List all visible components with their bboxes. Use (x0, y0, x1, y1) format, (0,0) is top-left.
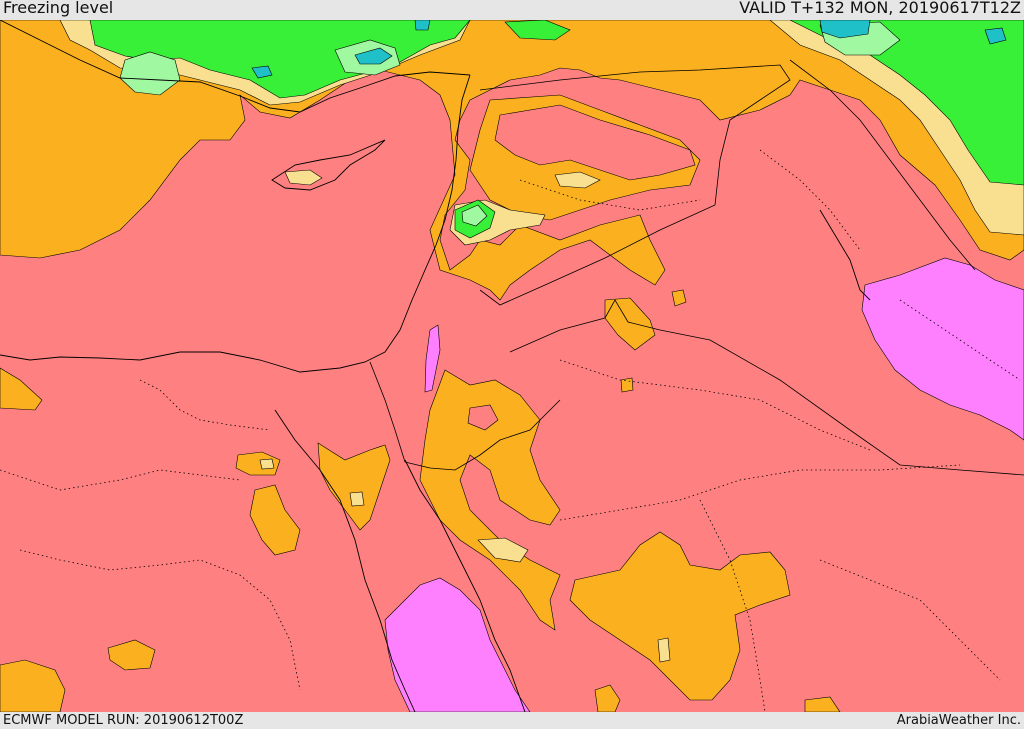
model-run-label: ECMWF MODEL RUN: 20190612T00Z (3, 713, 244, 728)
field-paleyellow-egypt (259, 458, 275, 470)
weather-map[interactable] (0, 20, 1024, 712)
credit-label: ArabiaWeather Inc. (896, 713, 1021, 728)
valid-time: VALID T+132 MON, 20190617T12Z (739, 0, 1021, 17)
footer-bar: ECMWF MODEL RUN: 20190612T00Z ArabiaWeat… (0, 712, 1024, 729)
field-paleyellow-saudi (657, 637, 671, 663)
field-orange-spot-c (620, 377, 634, 393)
field-cyan-ne-c (414, 20, 431, 31)
map-canvas (0, 20, 1024, 712)
field-paleyellow-sinai (349, 491, 365, 507)
map-title: Freezing level (3, 0, 114, 17)
header-bar: Freezing level VALID T+132 MON, 20190617… (0, 0, 1024, 20)
